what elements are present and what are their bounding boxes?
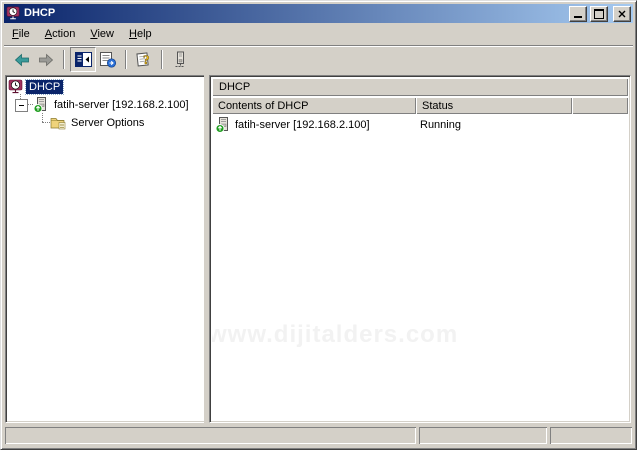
list-cell-status: Running: [413, 119, 461, 131]
tree-connector-line: [42, 113, 43, 122]
export-list-button[interactable]: [96, 48, 120, 71]
tree-label-server-options[interactable]: Server Options: [68, 116, 147, 130]
back-button[interactable]: [10, 48, 34, 71]
dhcp-app-icon: [6, 6, 21, 21]
console-tree-icon: [75, 52, 92, 67]
list-view: fatih-server [192.168.2.100] Running www…: [212, 114, 628, 420]
minimize-icon: [574, 16, 582, 18]
tree-label-dhcp[interactable]: DHCP: [26, 80, 63, 94]
status-panel-right: [550, 427, 632, 444]
dhcp-console-window: DHCP File Action View Help: [0, 0, 637, 450]
list-header-row: Contents of DHCP Status: [212, 97, 628, 114]
tree-connector-line: [42, 122, 50, 123]
result-pane: DHCP Contents of DHCP Status: [209, 75, 631, 423]
maximize-icon: [594, 9, 604, 19]
menu-action[interactable]: Action: [38, 25, 84, 43]
forward-arrow-icon: [38, 53, 54, 67]
forward-button[interactable]: [34, 48, 58, 71]
maximize-button[interactable]: [590, 6, 608, 22]
status-panel-main: [5, 427, 416, 444]
close-button[interactable]: [613, 6, 631, 22]
tree-label-server[interactable]: fatih-server [192.168.2.100]: [51, 98, 192, 112]
column-header-empty: [572, 97, 628, 114]
tree-item-server[interactable]: fatih-server [192.168.2.100]: [33, 96, 192, 113]
close-icon: [618, 10, 626, 18]
window-title: DHCP: [24, 4, 566, 23]
menu-bar: File Action View Help: [4, 24, 633, 44]
column-header-status[interactable]: Status: [416, 97, 572, 114]
toolbar-separator: [125, 50, 127, 69]
menu-file[interactable]: File: [5, 25, 38, 43]
status-bar: [5, 427, 632, 444]
menu-view[interactable]: View: [83, 25, 122, 43]
list-row-server[interactable]: fatih-server [192.168.2.100] Running: [212, 116, 628, 133]
dhcp-console-icon: [8, 79, 24, 95]
svg-text:?: ?: [143, 52, 150, 67]
toolbar-separator: [161, 50, 163, 69]
list-item-label: fatih-server [192.168.2.100]: [235, 119, 370, 131]
column-header-contents[interactable]: Contents of DHCP: [212, 97, 416, 114]
dhcp-server-running-icon: [215, 117, 231, 133]
help-button[interactable]: ?: [132, 48, 156, 71]
menu-help[interactable]: Help: [122, 25, 160, 43]
show-hide-console-tree-button[interactable]: [70, 47, 96, 72]
export-list-icon: [99, 51, 117, 68]
add-server-button[interactable]: [168, 48, 192, 71]
result-pane-banner-label: DHCP: [219, 81, 250, 93]
watermark-text: www.dijitalders.com: [212, 321, 458, 349]
server-icon: [173, 51, 187, 68]
status-panel-middle: [419, 427, 547, 444]
tree-item-dhcp-root[interactable]: DHCP: [8, 78, 63, 95]
list-cell-name[interactable]: fatih-server [192.168.2.100]: [212, 117, 413, 133]
toolbar: ?: [4, 45, 633, 73]
tree-item-server-options[interactable]: Server Options: [50, 114, 147, 131]
server-options-folder-icon: [50, 115, 66, 131]
back-arrow-icon: [14, 53, 30, 67]
minimize-button[interactable]: [569, 6, 587, 22]
help-icon: ?: [136, 51, 153, 68]
dhcp-server-running-icon: [33, 97, 49, 113]
console-tree-pane: DHCP fatih-server [192.168.2.100]: [5, 75, 206, 423]
minus-icon: [19, 105, 24, 106]
toolbar-separator: [63, 50, 65, 69]
result-pane-banner: DHCP: [212, 78, 628, 96]
tree-expander-collapse[interactable]: [15, 99, 28, 112]
title-bar: DHCP: [4, 4, 633, 23]
